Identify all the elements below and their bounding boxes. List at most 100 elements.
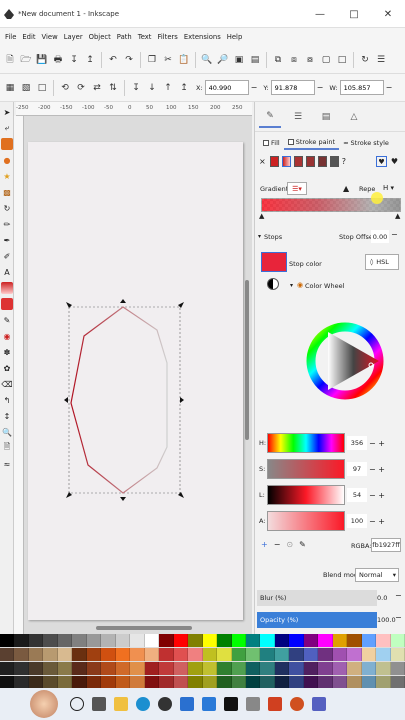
swatch[interactable] (115, 648, 131, 661)
swatch[interactable] (0, 648, 15, 661)
unlink-clone-icon[interactable]: ⧇ (304, 53, 317, 66)
swatch[interactable] (188, 662, 203, 675)
swatch[interactable] (159, 662, 174, 675)
print-icon[interactable]: 🖶 (52, 53, 65, 66)
swatch[interactable] (86, 648, 102, 661)
file-explorer-icon[interactable] (114, 697, 128, 711)
gradient-select[interactable]: ☰▾ (287, 182, 307, 195)
y-stepper[interactable]: − (317, 83, 324, 92)
swatch[interactable] (347, 648, 362, 661)
swatch[interactable] (289, 662, 304, 675)
zoom-selection-icon[interactable]: 🔍 (201, 53, 214, 66)
swatch[interactable] (390, 648, 405, 661)
swatch[interactable] (130, 634, 145, 647)
swatch[interactable] (231, 648, 246, 661)
swatch[interactable] (376, 634, 391, 647)
inkscape-taskbar-logo-icon[interactable] (30, 690, 58, 718)
paste-icon[interactable]: 📋 (178, 53, 191, 66)
gradient-tool-icon[interactable] (1, 282, 13, 294)
paint-bucket-tool-icon[interactable]: ◉ (1, 330, 13, 342)
swatch[interactable] (217, 634, 232, 647)
stop-offset-field[interactable]: 0.00 (371, 230, 389, 243)
rotate-ccw-icon[interactable]: ⟲ (59, 81, 72, 94)
raise-top-icon[interactable]: ↥ (178, 81, 191, 94)
swatch[interactable] (332, 662, 348, 675)
swatch[interactable] (231, 634, 246, 647)
copy-icon[interactable]: ❐ (146, 53, 159, 66)
swatch[interactable] (332, 634, 348, 647)
color-wheel[interactable] (305, 296, 385, 426)
maximize-button[interactable]: □ (337, 0, 371, 28)
swatch[interactable] (274, 634, 290, 647)
star-tool-icon[interactable]: ★ (1, 170, 13, 182)
repeat-select[interactable]: H ▾ (383, 184, 394, 192)
swatch[interactable] (202, 648, 218, 661)
swatch[interactable] (28, 648, 44, 661)
reverse-gradient-icon[interactable]: ▲ (343, 184, 349, 193)
selected-stop-swatch[interactable] (261, 252, 287, 272)
swatch[interactable] (188, 634, 203, 647)
menu-file[interactable]: File (2, 33, 19, 41)
swatch[interactable] (332, 648, 348, 661)
inkscape-running-icon[interactable] (224, 697, 238, 711)
menu-layer[interactable]: Layer (61, 33, 86, 41)
swatch[interactable] (202, 662, 218, 675)
w-field[interactable] (339, 80, 384, 95)
search-taskbar-icon[interactable] (70, 697, 84, 711)
swatch[interactable] (0, 634, 15, 647)
xml-editor-icon[interactable]: ☰ (375, 53, 388, 66)
swatch[interactable] (303, 662, 319, 675)
eraser-tool-icon[interactable]: ⌫ (1, 378, 13, 390)
drawing-layer[interactable] (24, 116, 252, 634)
swatch[interactable] (130, 648, 145, 661)
pen-tool-icon[interactable]: ✒ (1, 234, 13, 246)
swatch[interactable] (347, 634, 362, 647)
swatch-button[interactable] (329, 156, 339, 167)
swatch[interactable] (303, 648, 319, 661)
opacity-stepper[interactable]: − (395, 613, 402, 622)
blend-mode-select[interactable]: Normal ▾ (355, 568, 399, 582)
swatch[interactable] (72, 648, 87, 661)
swatch[interactable] (43, 648, 58, 661)
stop-list-swatch[interactable] (267, 278, 279, 290)
select-all-icon[interactable]: ▦ (4, 81, 17, 94)
swatch[interactable] (57, 648, 73, 661)
blur-value[interactable]: 0.0 (377, 591, 395, 605)
swatch[interactable] (231, 662, 246, 675)
swatch[interactable] (14, 648, 29, 661)
swatch[interactable] (390, 662, 405, 675)
vscode-icon[interactable] (202, 697, 216, 711)
layers-tab-icon[interactable]: ☰ (287, 106, 309, 128)
swatch[interactable] (188, 648, 203, 661)
swatch[interactable] (57, 662, 73, 675)
cut-icon[interactable]: ✂ (162, 53, 175, 66)
swatch[interactable] (202, 634, 218, 647)
swatch[interactable] (14, 662, 29, 675)
color-wheel-expander-icon[interactable]: ▾ (290, 282, 293, 289)
calligraphy-tool-icon[interactable]: ✐ (1, 250, 13, 262)
swatch[interactable] (86, 662, 102, 675)
swatch[interactable] (173, 634, 189, 647)
w-stepper[interactable]: − (386, 83, 393, 92)
new-document-icon[interactable]: 🗎 (4, 53, 17, 66)
flat-color-button[interactable] (269, 156, 279, 167)
mesh-tool-icon[interactable] (1, 298, 13, 310)
raise-icon[interactable]: ↑ (162, 81, 175, 94)
hue-slider[interactable] (267, 433, 345, 453)
swatch[interactable] (289, 634, 304, 647)
swatch[interactable] (318, 648, 333, 661)
swatch[interactable] (144, 648, 160, 661)
canvas[interactable] (24, 116, 252, 634)
menu-path[interactable]: Path (114, 33, 135, 41)
swatch[interactable] (361, 662, 377, 675)
add-stop-icon[interactable]: + (261, 540, 268, 549)
swatch[interactable] (101, 648, 116, 661)
hue-stepper[interactable]: − + (369, 439, 385, 448)
blur-slider[interactable]: Blur (%) (257, 590, 377, 606)
export-icon[interactable]: ↥ (84, 53, 97, 66)
swatch[interactable] (144, 662, 160, 675)
swatch[interactable] (318, 662, 333, 675)
swatch[interactable] (361, 634, 377, 647)
teams-icon[interactable] (312, 697, 326, 711)
office-icon[interactable] (268, 697, 282, 711)
